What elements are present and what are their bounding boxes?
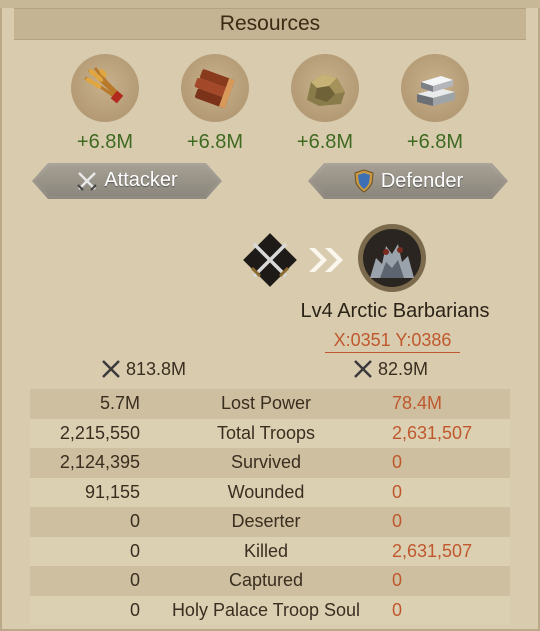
- resource-wood: +6.8M: [180, 54, 250, 153]
- defender-label: Defender: [380, 169, 464, 192]
- attacker-value: 0: [30, 595, 140, 625]
- stat-label: Lost Power: [140, 389, 392, 419]
- table-row: 2,215,550 Total Troops 2,631,507: [30, 418, 510, 448]
- table-row: 91,155 Wounded 0: [30, 477, 510, 507]
- attacker-power-value: 813.8M: [126, 358, 187, 379]
- stat-label: Captured: [140, 566, 392, 596]
- resource-iron: +6.8M: [400, 54, 470, 153]
- attacker-value: 2,215,550: [30, 418, 140, 448]
- crossed-swords-icon: [354, 360, 372, 378]
- shield-icon: [353, 169, 375, 193]
- stone-icon: [291, 54, 359, 122]
- attacker-value: 91,155: [30, 477, 140, 507]
- iron-icon: [401, 54, 469, 122]
- attack-emblem-icon: [243, 233, 297, 287]
- enemy-name: Lv4 Arctic Barbarians: [300, 300, 490, 322]
- attacker-value: 0: [30, 507, 140, 537]
- table-row: 0 Holy Palace Troop Soul 0: [30, 595, 510, 625]
- defender-value: 0: [392, 448, 510, 478]
- food-icon: [71, 54, 139, 122]
- table-row: 5.7M Lost Power 78.4M: [30, 389, 510, 419]
- enemy-coordinates[interactable]: X:0351 Y:0386: [325, 330, 460, 353]
- resources-header: Resources: [14, 8, 526, 40]
- defender-button[interactable]: Defender: [308, 163, 508, 199]
- stat-label: Killed: [140, 536, 392, 566]
- table-row: 0 Killed 2,631,507: [30, 536, 510, 566]
- defender-value: 0: [392, 507, 510, 537]
- wood-icon: [181, 54, 249, 122]
- defender-value: 2,631,507: [392, 418, 510, 448]
- attacker-power: 813.8M: [100, 358, 186, 380]
- resource-amount: +6.8M: [406, 131, 464, 153]
- table-row: 0 Captured 0: [30, 566, 510, 596]
- attacker-button[interactable]: Attacker: [32, 163, 222, 199]
- attacker-label: Attacker: [104, 169, 178, 191]
- battle-stats-table: 5.7M Lost Power 78.4M 2,215,550 Total Tr…: [30, 389, 510, 625]
- defender-value: 0: [392, 566, 510, 596]
- resource-amount: +6.8M: [76, 131, 134, 153]
- crossed-swords-icon: [76, 170, 98, 192]
- top-border: [0, 0, 540, 8]
- defender-value: 0: [392, 477, 510, 507]
- resource-stone: +6.8M: [290, 54, 360, 153]
- attacker-value: 0: [30, 566, 140, 596]
- attacker-value: 0: [30, 536, 140, 566]
- defender-power-value: 82.9M: [378, 358, 429, 379]
- attacker-value: 5.7M: [30, 389, 140, 419]
- barbarian-avatar-icon: [358, 224, 426, 292]
- stat-label: Total Troops: [140, 418, 392, 448]
- table-row: 0 Deserter 0: [30, 507, 510, 537]
- resource-amount: +6.8M: [296, 131, 354, 153]
- stat-label: Survived: [140, 448, 392, 478]
- defender-value: 78.4M: [392, 389, 510, 419]
- stat-label: Wounded: [140, 477, 392, 507]
- double-arrow-icon: [309, 248, 343, 272]
- section-title: Resources: [219, 12, 321, 35]
- crossed-swords-icon: [102, 360, 120, 378]
- defender-value: 0: [392, 595, 510, 625]
- defender-value: 2,631,507: [392, 536, 510, 566]
- defender-power: 82.9M: [352, 358, 428, 380]
- table-row: 2,124,395 Survived 0: [30, 448, 510, 478]
- stat-label: Holy Palace Troop Soul: [140, 595, 392, 625]
- resource-amount: +6.8M: [186, 131, 244, 153]
- stat-label: Deserter: [140, 507, 392, 537]
- resource-food: +6.8M: [70, 54, 140, 153]
- attacker-value: 2,124,395: [30, 448, 140, 478]
